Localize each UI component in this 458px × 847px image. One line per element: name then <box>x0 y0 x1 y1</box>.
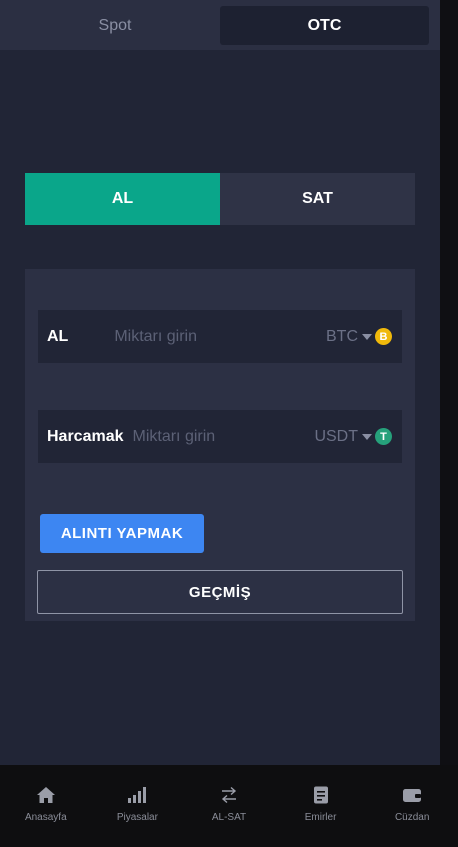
buy-sell-toggle: AL SAT <box>25 173 415 225</box>
market-type-tabs: Spot OTC <box>0 0 440 50</box>
buy-amount-input[interactable] <box>114 327 326 346</box>
spend-currency-select[interactable]: USDT T <box>314 428 392 446</box>
nav-label: Cüzdan <box>394 812 430 823</box>
nav-label: Piyasalar <box>116 812 158 823</box>
usdt-coin-icon: T <box>375 428 392 445</box>
chevron-down-icon <box>362 333 372 340</box>
home-icon <box>35 785 57 805</box>
tab-otc[interactable]: OTC <box>220 6 429 45</box>
nav-label: Emirler <box>304 812 337 823</box>
nav-label: AL-SAT <box>211 812 247 823</box>
wallet-icon <box>401 785 423 805</box>
spend-field-label: Harcamak <box>47 427 124 445</box>
spend-amount-input[interactable] <box>132 427 315 446</box>
otc-order-panel: AL BTC B Harcamak USDT T ALINTI YAPMAK G… <box>25 269 415 621</box>
buy-amount-field: AL BTC B <box>38 310 402 363</box>
document-icon <box>310 785 332 805</box>
chevron-down-icon <box>362 433 372 440</box>
btc-coin-icon: B <box>375 328 392 345</box>
nav-item-markets[interactable]: Piyasalar <box>92 765 184 847</box>
swap-arrows-icon <box>218 785 240 805</box>
buy-currency-code: BTC <box>326 327 358 345</box>
nav-label: Anasayfa <box>24 812 67 823</box>
sell-toggle-button[interactable]: SAT <box>220 173 415 225</box>
nav-item-wallet[interactable]: Cüzdan <box>366 765 458 847</box>
nav-item-orders[interactable]: Emirler <box>275 765 367 847</box>
buy-currency-select[interactable]: BTC B <box>326 328 392 346</box>
spend-currency-code: USDT <box>314 427 358 445</box>
buy-toggle-button[interactable]: AL <box>25 173 220 225</box>
scrollbar-track <box>440 0 458 765</box>
otc-screen: Spot OTC AL SAT AL BTC B Harcamak USDT T… <box>0 0 440 765</box>
nav-item-trade[interactable]: AL-SAT <box>183 765 275 847</box>
spend-amount-field: Harcamak USDT T <box>38 410 402 463</box>
history-button[interactable]: GEÇMİŞ <box>37 570 403 614</box>
get-quote-button[interactable]: ALINTI YAPMAK <box>40 514 204 553</box>
nav-item-home[interactable]: Anasayfa <box>0 765 92 847</box>
bottom-navigation: Anasayfa Piyasalar AL-SAT Emirler Cüzdan <box>0 765 458 847</box>
signal-bars-icon <box>126 785 148 805</box>
buy-field-label: AL <box>47 327 69 345</box>
tab-spot[interactable]: Spot <box>10 6 220 45</box>
